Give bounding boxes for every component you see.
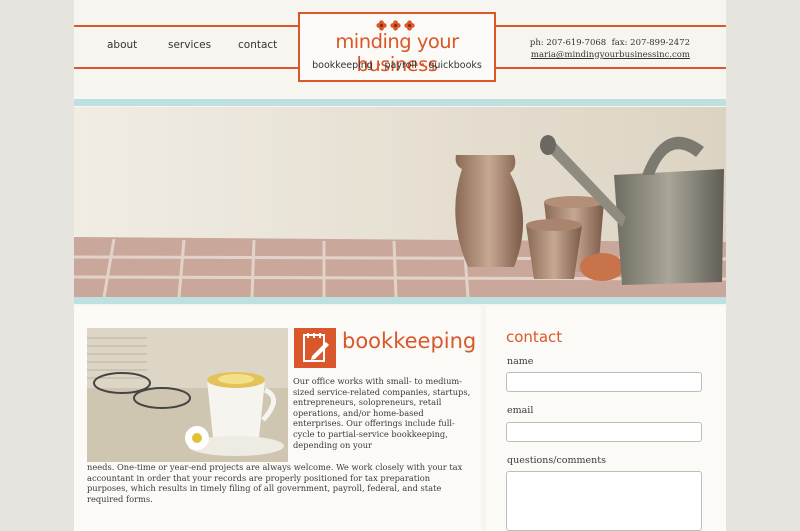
teal-band-top xyxy=(74,99,726,106)
nav-contact[interactable]: contact xyxy=(238,39,277,51)
header-contact-info: ph: 207-619-7068 fax: 207-899-2472 maria… xyxy=(530,37,690,61)
fax-number: fax: 207-899-2472 xyxy=(611,38,690,48)
main-nav: about services contact xyxy=(74,39,294,55)
nav-services[interactable]: services xyxy=(168,39,211,51)
email-field[interactable] xyxy=(506,422,702,442)
comments-label: questions/comments xyxy=(507,455,606,466)
tea-cup-photo xyxy=(87,328,288,462)
teal-band-bottom xyxy=(74,297,726,304)
contact-title: contact xyxy=(506,328,563,346)
comments-field[interactable] xyxy=(506,471,702,531)
tagline-quickbooks: quickbooks xyxy=(428,60,482,71)
name-field[interactable] xyxy=(506,372,702,392)
phone-number: ph: 207-619-7068 xyxy=(529,38,607,48)
logo-tagline: bookkeeping • payroll • quickbooks xyxy=(300,60,494,71)
nav-about[interactable]: about xyxy=(107,39,137,51)
tagline-bookkeeping: bookkeeping xyxy=(312,60,373,71)
section-body-full: needs. One-time or year-end projects are… xyxy=(87,462,463,504)
section-body-wrapped: Our office works with small- to medium-s… xyxy=(293,376,471,450)
main-content: bookkeeping Our office works with small-… xyxy=(74,306,481,531)
section-title: bookkeeping xyxy=(342,329,477,353)
logo[interactable]: minding your business bookkeeping • payrol… xyxy=(298,12,496,82)
name-label: name xyxy=(507,356,534,367)
email-label: email xyxy=(507,405,534,416)
page: about services contact minding your busi… xyxy=(74,0,726,531)
hero-banner-image xyxy=(74,107,726,297)
tagline-payroll: payroll xyxy=(384,60,417,71)
tagline-separator: • xyxy=(419,60,426,71)
tagline-separator: • xyxy=(375,60,382,71)
contact-sidebar: contact name email questions/comments xyxy=(486,306,726,531)
edit-document-icon xyxy=(294,328,336,368)
email-link[interactable]: maria@mindingyourbusinessinc.com xyxy=(530,49,690,61)
